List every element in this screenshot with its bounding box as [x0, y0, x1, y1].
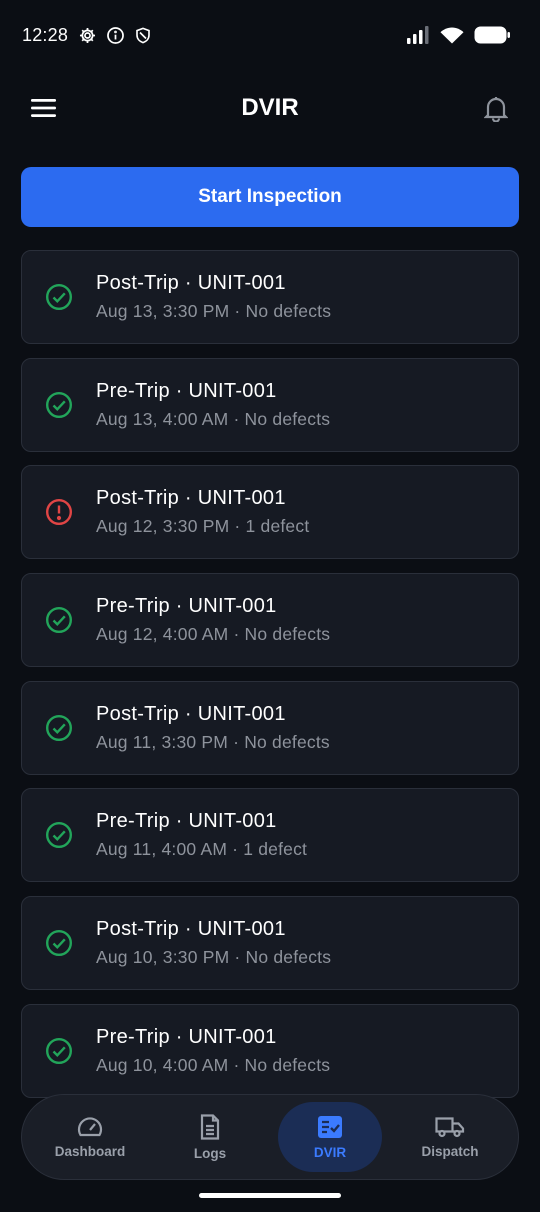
- bottom-nav: Dashboard Logs DVIR Dispatch: [21, 1094, 519, 1180]
- check-circle-icon: [44, 820, 74, 850]
- inspection-subtitle: Aug 13, 4:00 AM · No defects: [96, 408, 331, 429]
- inspection-card[interactable]: Pre-Trip · UNIT-001 Aug 10, 4:00 AM · No…: [21, 1003, 519, 1098]
- inspection-text: Post-Trip · UNIT-001 Aug 10, 3:30 PM · N…: [96, 918, 331, 968]
- inspection-title: Post-Trip · UNIT-001: [96, 918, 286, 941]
- inspection-title: Post-Trip · UNIT-001: [96, 487, 286, 510]
- status-notification-icons: [78, 26, 152, 45]
- speedometer-icon: [77, 1116, 103, 1136]
- inspection-subtitle: Aug 11, 3:30 PM · No defects: [96, 731, 330, 752]
- notifications-button[interactable]: [476, 88, 516, 128]
- home-indicator[interactable]: [199, 1193, 341, 1198]
- inspection-text: Post-Trip · UNIT-001 Aug 12, 3:30 PM · 1…: [96, 487, 309, 537]
- checklist-icon: [318, 1115, 342, 1138]
- check-circle-icon: [44, 390, 74, 420]
- inspection-list: Post-Trip · UNIT-001 Aug 13, 3:30 PM · N…: [21, 250, 519, 1112]
- inspection-card[interactable]: Post-Trip · UNIT-001 Aug 11, 3:30 PM · N…: [21, 680, 519, 775]
- status-time: 12:28: [22, 24, 69, 45]
- start-inspection-button[interactable]: Start Inspection: [21, 167, 519, 227]
- nav-label: DVIR: [313, 1144, 347, 1160]
- inspection-text: Pre-Trip · UNIT-001 Aug 12, 4:00 AM · No…: [96, 595, 330, 645]
- inspection-subtitle: Aug 12, 3:30 PM · 1 defect: [96, 516, 310, 537]
- wifi-icon: [440, 27, 464, 44]
- nav-logs[interactable]: Logs: [158, 1102, 262, 1172]
- page-title: DVIR: [241, 94, 299, 121]
- inspection-text: Post-Trip · UNIT-001 Aug 13, 3:30 PM · N…: [96, 272, 331, 322]
- check-circle-icon: [44, 928, 74, 958]
- inspection-subtitle: Aug 11, 4:00 AM · 1 defect: [96, 839, 308, 860]
- settings-gear-icon: [80, 27, 96, 43]
- inspection-title: Post-Trip · UNIT-001: [96, 702, 286, 725]
- check-circle-icon: [44, 605, 74, 635]
- inspection-text: Pre-Trip · UNIT-001 Aug 10, 4:00 AM · No…: [96, 1026, 330, 1076]
- nav-label: Dispatch: [421, 1143, 479, 1159]
- nav-dispatch[interactable]: Dispatch: [398, 1102, 502, 1172]
- menu-button[interactable]: [24, 88, 64, 128]
- truck-icon: [435, 1116, 465, 1137]
- battery-icon: [474, 26, 510, 44]
- alert-circle-icon: [44, 497, 74, 527]
- check-circle-icon: [44, 282, 74, 312]
- inspection-card[interactable]: Post-Trip · UNIT-001 Aug 12, 3:30 PM · 1…: [21, 465, 519, 560]
- inspection-title: Post-Trip · UNIT-001: [96, 272, 286, 294]
- check-circle-icon: [44, 713, 74, 743]
- inspection-card[interactable]: Post-Trip · UNIT-001 Aug 10, 3:30 PM · N…: [21, 896, 519, 991]
- inspection-title: Pre-Trip · UNIT-001: [96, 595, 277, 618]
- inspection-text: Pre-Trip · UNIT-001 Aug 11, 4:00 AM · 1 …: [96, 810, 307, 860]
- inspection-subtitle: Aug 10, 3:30 PM · No defects: [96, 947, 332, 968]
- status-left: 12:28: [22, 25, 152, 46]
- inspection-subtitle: Aug 10, 4:00 AM · No defects: [96, 1054, 331, 1075]
- status-bar: 12:28: [0, 0, 540, 70]
- info-icon: [107, 26, 124, 44]
- shield-icon: [136, 26, 150, 43]
- inspection-card[interactable]: Pre-Trip · UNIT-001 Aug 13, 4:00 AM · No…: [21, 357, 519, 452]
- cell-signal-icon: [407, 26, 429, 44]
- bell-icon: [484, 96, 508, 122]
- app-bar: DVIR: [0, 80, 540, 136]
- inspection-title: Pre-Trip · UNIT-001: [96, 379, 277, 402]
- nav-dashboard[interactable]: Dashboard: [38, 1102, 142, 1172]
- hamburger-menu-icon: [31, 99, 56, 117]
- nav-label: Logs: [193, 1145, 227, 1161]
- status-right: [406, 26, 510, 44]
- inspection-card[interactable]: Post-Trip · UNIT-001 Aug 13, 3:30 PM · N…: [21, 250, 519, 344]
- check-circle-icon: [44, 1036, 74, 1066]
- inspection-card[interactable]: Pre-Trip · UNIT-001 Aug 12, 4:00 AM · No…: [21, 573, 519, 668]
- inspection-title: Pre-Trip · UNIT-001: [96, 810, 277, 833]
- document-icon: [200, 1113, 220, 1140]
- inspection-text: Post-Trip · UNIT-001 Aug 11, 3:30 PM · N…: [96, 703, 330, 753]
- inspection-subtitle: Aug 13, 3:30 PM · No defects: [96, 301, 332, 321]
- nav-label: Dashboard: [54, 1143, 126, 1159]
- inspection-text: Pre-Trip · UNIT-001 Aug 13, 4:00 AM · No…: [96, 380, 330, 430]
- inspection-card[interactable]: Pre-Trip · UNIT-001 Aug 11, 4:00 AM · 1 …: [21, 788, 519, 883]
- inspection-title: Pre-Trip · UNIT-001: [96, 1025, 277, 1048]
- inspection-subtitle: Aug 12, 4:00 AM · No defects: [96, 624, 331, 645]
- nav-dvir[interactable]: DVIR: [278, 1102, 382, 1172]
